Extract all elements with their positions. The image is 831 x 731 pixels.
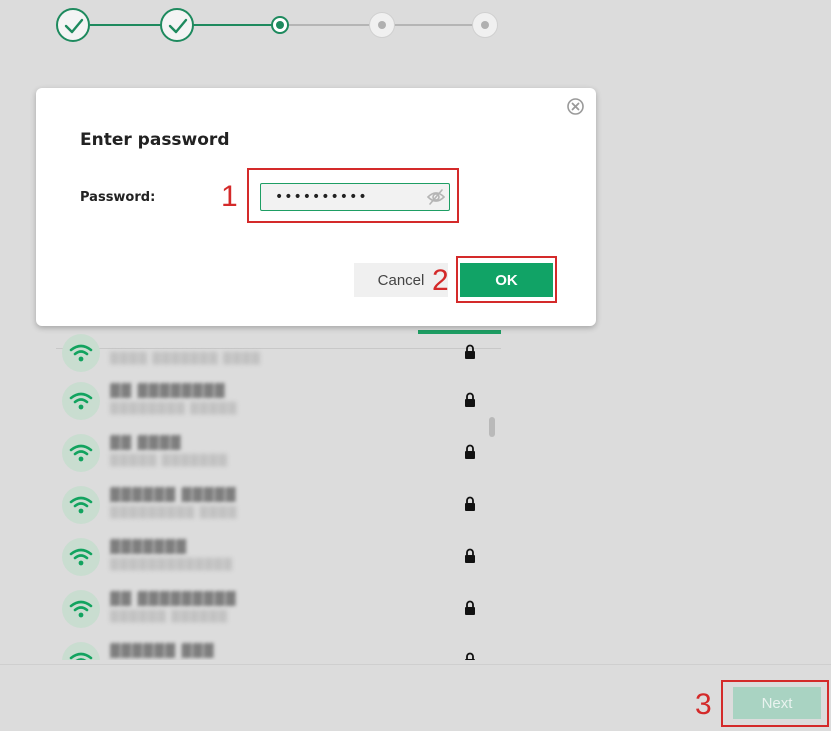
step-3-current bbox=[271, 16, 289, 34]
callout-number-1: 1 bbox=[221, 180, 238, 213]
network-row[interactable]: ▓▓ ▓▓▓▓ ▒▒▒▒▒ ▒▒▒▒▒▒▒ bbox=[62, 434, 492, 480]
checkmark-icon bbox=[64, 18, 84, 34]
network-row[interactable]: ▒▒▒▒ ▒▒▒▒▒▒▒ ▒▒▒▒ bbox=[62, 334, 492, 380]
callout-number-3: 3 bbox=[695, 688, 712, 721]
lock-icon bbox=[465, 496, 475, 511]
wifi-icon bbox=[62, 486, 100, 524]
wifi-icon bbox=[62, 538, 100, 576]
callout-box-password bbox=[247, 168, 459, 223]
network-detail: ▒▒▒▒▒▒▒▒▒▒▒▒▒ bbox=[110, 558, 233, 571]
wifi-network-list: ▒▒▒▒ ▒▒▒▒▒▒▒ ▒▒▒▒ ▓▓ ▓▓▓▓▓▓▓▓ ▒▒▒▒▒▒▒▒ ▒… bbox=[56, 330, 501, 660]
network-ssid: ▓▓▓▓▓▓ ▓▓▓ bbox=[110, 644, 215, 659]
network-ssid: ▓▓ ▓▓▓▓ bbox=[110, 436, 182, 451]
step-1-completed bbox=[56, 8, 90, 42]
network-detail: ▒▒▒▒▒ ▒▒▒▒▒▒▒ bbox=[110, 454, 229, 467]
wifi-icon bbox=[62, 382, 100, 420]
network-row[interactable]: ▓▓▓▓▓▓ ▓▓▓ ▒▒▒▒▒▒▒▒ bbox=[62, 642, 492, 660]
callout-box-next bbox=[721, 680, 829, 727]
callout-number-2: 2 bbox=[432, 264, 449, 297]
network-ssid: ▓▓▓▓▓▓ ▓▓▓▓▓ bbox=[110, 488, 237, 503]
wifi-icon bbox=[62, 642, 100, 660]
lock-icon bbox=[465, 444, 475, 459]
lock-icon bbox=[465, 392, 475, 407]
dialog-title: Enter password bbox=[80, 130, 230, 150]
network-ssid: ▓▓▓▓▓▓▓ bbox=[110, 540, 187, 555]
lock-icon bbox=[465, 600, 475, 615]
password-label: Password: bbox=[80, 190, 156, 205]
setup-stepper bbox=[56, 8, 501, 42]
network-row[interactable]: ▓▓▓▓▓▓▓ ▒▒▒▒▒▒▒▒▒▒▒▒▒ bbox=[62, 538, 492, 584]
lock-icon bbox=[465, 344, 475, 359]
network-detail: ▒▒▒▒▒▒▒▒▒ ▒▒▒▒ bbox=[110, 506, 238, 519]
close-circle-icon[interactable] bbox=[567, 98, 584, 115]
lock-icon bbox=[465, 652, 475, 660]
step-2-completed bbox=[160, 8, 194, 42]
network-detail: ▒▒▒▒ ▒▒▒▒▒▒▒ ▒▒▒▒ bbox=[110, 352, 261, 365]
wifi-icon bbox=[62, 334, 100, 372]
checkmark-icon bbox=[168, 18, 188, 34]
network-ssid: ▓▓ ▓▓▓▓▓▓▓▓▓ bbox=[110, 592, 237, 607]
callout-box-ok bbox=[456, 256, 557, 303]
network-detail: ▒▒▒▒▒▒▒▒ ▒▒▒▒▒ bbox=[110, 402, 238, 415]
wifi-icon bbox=[62, 590, 100, 628]
list-scrollbar[interactable] bbox=[489, 417, 495, 437]
step-4-upcoming bbox=[369, 12, 395, 38]
network-detail: ▒▒▒▒▒▒ ▒▒▒▒▒▒ bbox=[110, 610, 229, 623]
network-row[interactable]: ▓▓ ▓▓▓▓▓▓▓▓▓ ▒▒▒▒▒▒ ▒▒▒▒▒▒ bbox=[62, 590, 492, 636]
wifi-icon bbox=[62, 434, 100, 472]
step-5-upcoming bbox=[472, 12, 498, 38]
network-row[interactable]: ▓▓▓▓▓▓ ▓▓▓▓▓ ▒▒▒▒▒▒▒▒▒ ▒▒▒▒ bbox=[62, 486, 492, 532]
lock-icon bbox=[465, 548, 475, 563]
network-row[interactable]: ▓▓ ▓▓▓▓▓▓▓▓ ▒▒▒▒▒▒▒▒ ▒▒▒▒▒ bbox=[62, 382, 492, 428]
network-ssid: ▓▓ ▓▓▓▓▓▓▓▓ bbox=[110, 384, 226, 399]
